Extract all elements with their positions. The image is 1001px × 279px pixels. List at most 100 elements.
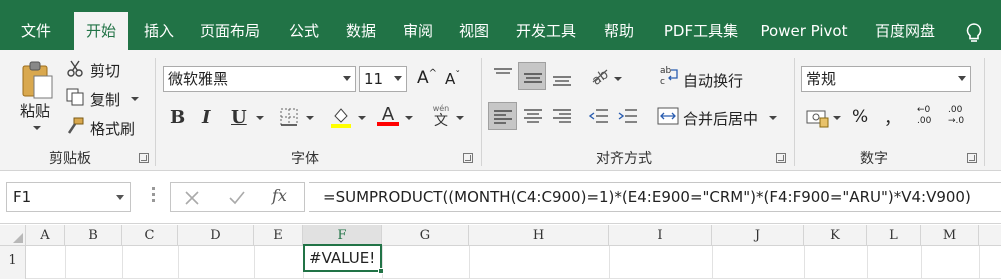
column-header-a[interactable]: A bbox=[26, 225, 65, 246]
phonetic-dropdown-arrow[interactable] bbox=[456, 116, 464, 120]
shrink-font-glyph: A bbox=[445, 70, 456, 88]
font-name-select[interactable]: 微软雅黑 bbox=[163, 66, 356, 92]
orientation-dropdown-arrow[interactable] bbox=[614, 77, 622, 81]
align-middle-button[interactable] bbox=[518, 62, 546, 90]
chevron-down-icon bbox=[958, 76, 966, 81]
cell-divider bbox=[921, 246, 922, 279]
tab-file[interactable]: 文件 bbox=[10, 12, 62, 50]
align-center-icon[interactable] bbox=[522, 106, 544, 126]
column-header-j[interactable]: J bbox=[712, 225, 804, 246]
column-header-d[interactable]: D bbox=[178, 225, 254, 246]
copy-button[interactable]: 复制 bbox=[90, 89, 120, 110]
cell-divider bbox=[65, 246, 66, 279]
column-header-b[interactable]: B bbox=[65, 225, 122, 246]
border-icon[interactable] bbox=[280, 108, 298, 126]
cell-divider bbox=[382, 246, 383, 279]
alignment-group-label: 对齐方式 bbox=[596, 151, 652, 167]
cut-button[interactable]: 剪切 bbox=[90, 60, 120, 81]
grow-font-button[interactable]: A^ bbox=[417, 68, 437, 88]
align-bottom-icon[interactable] bbox=[551, 66, 573, 86]
column-header-h[interactable]: H bbox=[469, 225, 609, 246]
tab-developer[interactable]: 开发工具 bbox=[507, 12, 585, 50]
paste-dropdown-arrow[interactable] bbox=[33, 126, 41, 130]
wrap-text-icon[interactable]: ab c bbox=[659, 64, 681, 87]
merge-center-icon[interactable] bbox=[657, 106, 679, 126]
format-painter-button[interactable]: 格式刷 bbox=[90, 118, 135, 139]
column-header-e[interactable]: E bbox=[254, 225, 303, 246]
column-header-g[interactable]: G bbox=[382, 225, 469, 246]
comma-button[interactable]: ， bbox=[884, 104, 901, 129]
border-dropdown-arrow[interactable] bbox=[306, 116, 314, 120]
copy-dropdown-arrow[interactable] bbox=[131, 97, 139, 101]
align-left-button[interactable] bbox=[488, 102, 517, 130]
paste-icon[interactable] bbox=[20, 60, 54, 100]
tab-formulas[interactable]: 公式 bbox=[279, 12, 329, 50]
font-size-select[interactable]: 11 bbox=[359, 66, 407, 92]
tab-baidu-netdisk[interactable]: 百度网盘 bbox=[866, 12, 944, 50]
font-color-dropdown-arrow[interactable] bbox=[405, 116, 413, 120]
tab-data[interactable]: 数据 bbox=[336, 12, 386, 50]
paste-button[interactable]: 粘贴 bbox=[20, 100, 50, 121]
copy-icon[interactable] bbox=[66, 88, 84, 106]
fill-color-icon[interactable] bbox=[330, 106, 352, 128]
column-header-c[interactable]: C bbox=[122, 225, 178, 246]
cancel-icon[interactable] bbox=[183, 189, 201, 207]
column-header-m[interactable]: M bbox=[921, 225, 979, 246]
format-painter-icon[interactable] bbox=[66, 117, 84, 135]
column-header-i[interactable]: I bbox=[609, 225, 712, 246]
tab-review[interactable]: 审阅 bbox=[393, 12, 443, 50]
number-launcher-icon[interactable] bbox=[967, 153, 977, 163]
tab-power-pivot[interactable]: Power Pivot bbox=[754, 12, 854, 50]
tab-view[interactable]: 视图 bbox=[449, 12, 499, 50]
increase-decimal-button[interactable]: ←0 .00 bbox=[917, 105, 939, 131]
orientation-icon[interactable]: ab bbox=[589, 66, 611, 86]
wrap-text-button[interactable]: 自动换行 bbox=[683, 70, 743, 91]
align-right-icon[interactable] bbox=[551, 106, 573, 126]
alignment-launcher-icon[interactable] bbox=[776, 153, 786, 163]
underline-button[interactable]: U bbox=[231, 107, 247, 128]
cell-divider bbox=[867, 246, 868, 279]
bold-button[interactable]: B bbox=[170, 107, 185, 128]
formula-bar-grip-icon[interactable] bbox=[152, 187, 155, 207]
align-top-icon[interactable] bbox=[492, 66, 514, 86]
fill-handle[interactable] bbox=[378, 268, 384, 274]
accounting-dropdown-arrow[interactable] bbox=[833, 116, 841, 120]
lightbulb-icon[interactable] bbox=[964, 22, 984, 44]
decrease-decimal-button[interactable]: .00 →.0 bbox=[948, 105, 972, 131]
group-divider bbox=[155, 58, 156, 166]
formula-input[interactable]: =SUMPRODUCT((MONTH(C4:C900)=1)*(E4:E900=… bbox=[309, 182, 1001, 212]
shrink-font-button[interactable]: Aˇ bbox=[445, 70, 460, 88]
scissors-icon[interactable] bbox=[66, 60, 84, 78]
font-launcher-icon[interactable] bbox=[463, 153, 473, 163]
enter-check-icon[interactable] bbox=[228, 189, 246, 207]
merge-dropdown-arrow[interactable] bbox=[769, 116, 777, 120]
tab-home[interactable]: 开始 bbox=[74, 12, 128, 50]
number-format-select[interactable]: 常规 bbox=[801, 66, 971, 92]
tab-insert[interactable]: 插入 bbox=[134, 12, 184, 50]
active-cell-f1[interactable]: #VALUE! bbox=[303, 244, 384, 274]
increase-indent-icon[interactable] bbox=[617, 106, 639, 126]
caret-up-icon: ^ bbox=[428, 68, 438, 79]
italic-button[interactable]: I bbox=[202, 107, 210, 128]
column-header-f[interactable]: F bbox=[303, 225, 382, 246]
accounting-format-icon[interactable] bbox=[806, 106, 830, 128]
fill-color-dropdown-arrow[interactable] bbox=[358, 116, 366, 120]
decrease-indent-icon[interactable] bbox=[588, 106, 610, 126]
column-header-partial[interactable] bbox=[979, 225, 1001, 246]
row-header-1[interactable]: 1 bbox=[0, 246, 26, 279]
underline-dropdown-arrow[interactable] bbox=[256, 116, 264, 120]
clipboard-launcher-icon[interactable] bbox=[139, 153, 149, 163]
insert-function-button[interactable]: fx bbox=[272, 186, 287, 205]
phonetic-guide-button[interactable]: wén 文 bbox=[430, 104, 452, 129]
percent-button[interactable]: % bbox=[852, 107, 868, 127]
column-header-l[interactable]: L bbox=[867, 225, 921, 246]
tab-help[interactable]: 帮助 bbox=[594, 12, 644, 50]
font-color-button[interactable]: A bbox=[377, 104, 399, 128]
merge-center-button[interactable]: 合并后居中 bbox=[683, 108, 758, 129]
column-header-k[interactable]: K bbox=[804, 225, 867, 246]
name-box[interactable]: F1 bbox=[6, 182, 131, 212]
tab-page-layout[interactable]: 页面布局 bbox=[193, 12, 267, 50]
phonetic-glyph: 文 bbox=[434, 113, 448, 129]
tab-pdf-tools[interactable]: PDF工具集 bbox=[654, 12, 748, 50]
select-all-corner[interactable] bbox=[0, 225, 26, 246]
